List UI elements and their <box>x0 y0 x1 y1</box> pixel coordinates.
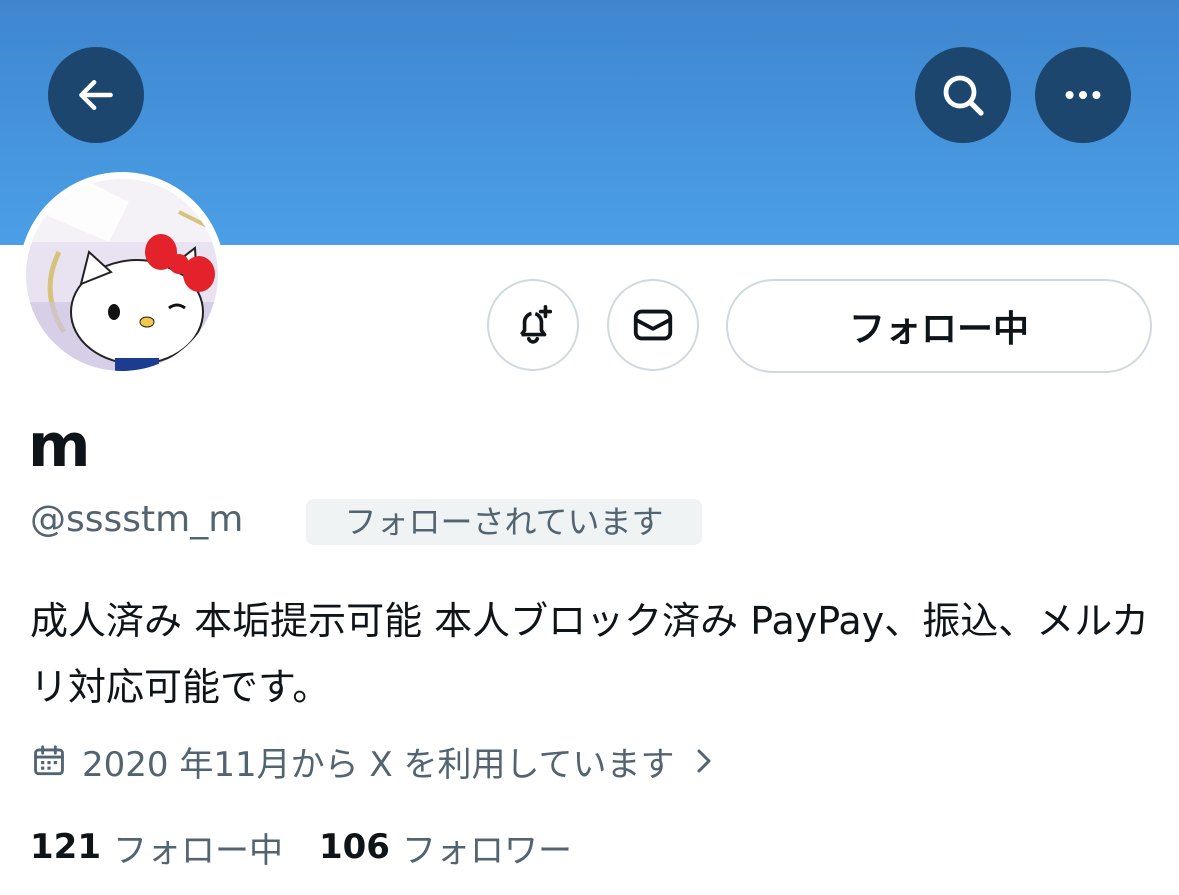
avatar-image <box>26 179 218 371</box>
avatar[interactable] <box>19 172 225 378</box>
followers-count: 106 <box>318 827 390 867</box>
message-button[interactable] <box>607 279 699 371</box>
following-button[interactable]: フォロー中 <box>726 279 1152 373</box>
search-icon <box>943 75 984 116</box>
arrow-left-icon <box>79 79 113 111</box>
following-link[interactable]: 121 フォロー中 <box>30 823 283 872</box>
joined-date-text: 2020 年11月から X を利用しています <box>82 744 675 785</box>
following-button-label: フォロー中 <box>848 309 1029 350</box>
followers-link[interactable]: 106 フォロワー <box>319 823 572 872</box>
more-button[interactable] <box>1035 47 1131 143</box>
followers-label: フォロワー <box>401 830 572 871</box>
chevron-right-icon <box>697 749 710 773</box>
bell-plus-icon <box>520 304 553 344</box>
notifications-button[interactable] <box>487 279 579 371</box>
more-horizontal-icon <box>1065 90 1101 100</box>
follows-you-badge: フォローされています <box>306 499 702 545</box>
calendar-icon <box>34 745 64 776</box>
following-label: フォロー中 <box>112 830 283 871</box>
display-name: m <box>28 411 91 481</box>
user-handle: @sssstm_m <box>30 499 244 540</box>
profile-bio: 成人済み 本垢提示可能 本人ブロック済み PayPay、振込、メルカリ対応可能で… <box>30 599 1150 709</box>
search-button[interactable] <box>915 47 1011 143</box>
envelope-icon <box>633 309 673 341</box>
back-button[interactable] <box>48 47 144 143</box>
follow-stats: 121 フォロー中 106 フォロワー <box>30 822 572 872</box>
following-count: 121 <box>30 827 101 867</box>
joined-date-row[interactable]: 2020 年11月から X を利用しています <box>30 736 719 786</box>
